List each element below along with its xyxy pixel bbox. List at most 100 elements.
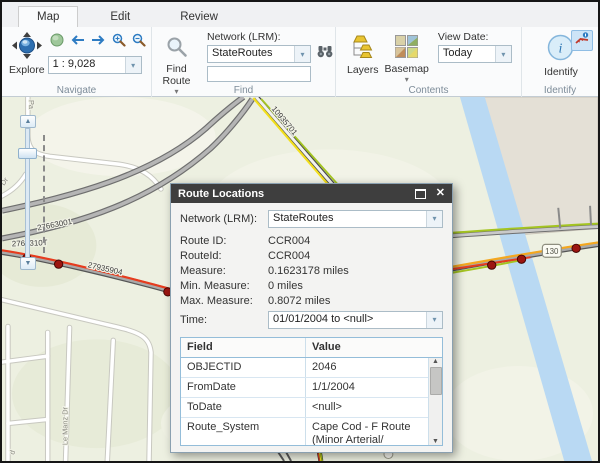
chevron-down-icon[interactable]: ▾ xyxy=(494,46,511,62)
time-value: 01/01/2004 to <null> xyxy=(273,312,374,325)
ribbon-groups: Explore 1: 9,028 ▾ Navigate Find Route … xyxy=(2,27,598,97)
time-combobox[interactable]: 01/01/2004 to <null> ▾ xyxy=(268,310,443,329)
group-label-navigate: Navigate xyxy=(56,85,97,96)
view-date-label: View Date: xyxy=(437,31,489,43)
previous-extent-icon[interactable] xyxy=(70,33,85,51)
time-label: Time: xyxy=(180,313,208,326)
full-extent-icon[interactable] xyxy=(50,33,64,52)
layers-button[interactable]: Layers xyxy=(344,30,382,85)
dialog-network-value: StateRoutes xyxy=(273,211,334,224)
close-icon[interactable]: ✕ xyxy=(436,188,445,199)
chevron-down-icon[interactable]: ▾ xyxy=(124,57,141,73)
chevron-down-icon: ▾ xyxy=(404,75,409,85)
table-header: Field Value xyxy=(181,338,442,358)
cell-field: Route_System xyxy=(181,418,306,445)
column-header-field: Field xyxy=(181,338,306,357)
chevron-down-icon[interactable]: ▾ xyxy=(294,46,310,62)
shield-label: 130 xyxy=(545,247,559,256)
group-label-identify: Identify xyxy=(543,85,577,96)
cell-field: OBJECTID xyxy=(181,358,306,377)
zoom-slider-ticks xyxy=(43,135,45,253)
route-id-label: Route ID: xyxy=(180,234,227,247)
basemap-button[interactable]: Basemap ▾ xyxy=(382,30,432,85)
svg-text:i: i xyxy=(559,42,563,57)
cell-value: 2046 xyxy=(312,361,337,373)
group-identify: i Identify Identify xyxy=(522,27,598,97)
scroll-up-icon[interactable]: ▲ xyxy=(432,358,439,365)
table-row[interactable]: OBJECTID 2046 xyxy=(181,358,442,378)
dialog-title-bar[interactable]: Route Locations ✕ xyxy=(171,184,452,203)
ribbon: Map Edit Review Explore 1: 9,028 ▾ Navi… xyxy=(2,2,598,97)
dialog-title: Route Locations xyxy=(178,187,265,200)
view-date-combobox[interactable]: Today ▾ xyxy=(437,45,512,63)
explore-icon xyxy=(11,32,42,62)
table-scrollbar[interactable]: ▲ ▼ xyxy=(428,358,442,445)
max-measure-label: Max. Measure: xyxy=(180,294,253,307)
zoom-slider-up-button[interactable]: ▲ xyxy=(20,115,36,128)
route-id-value: CCR004 xyxy=(268,234,311,247)
layers-label: Layers xyxy=(347,64,379,76)
explore-label: Explore xyxy=(9,64,45,76)
identify-label: Identify xyxy=(544,66,578,78)
scroll-down-icon[interactable]: ▼ xyxy=(432,438,439,445)
app-window: Map Edit Review Explore 1: 9,028 ▾ Navi… xyxy=(0,0,600,463)
min-measure-label: Min. Measure: xyxy=(180,279,250,292)
route-value-input[interactable] xyxy=(207,66,311,82)
cell-field: FromDate xyxy=(181,378,306,397)
group-find: Find Route ▾ Network (LRM): StateRoutes … xyxy=(152,27,336,97)
dialog-network-combobox[interactable]: StateRoutes ▾ xyxy=(268,209,443,228)
table-row[interactable]: ToDate <null> xyxy=(181,398,442,418)
group-label-contents: Contents xyxy=(408,85,449,96)
max-measure-value: 0.8072 miles xyxy=(268,294,331,307)
next-extent-icon[interactable] xyxy=(91,33,106,51)
street-label-pa: Pa xyxy=(27,100,36,110)
network-lrm-value: StateRoutes xyxy=(212,47,273,59)
find-route-label: Find Route xyxy=(162,63,191,88)
group-navigate: Explore 1: 9,028 ▾ Navigate xyxy=(2,27,152,97)
identify-route-locations-button[interactable] xyxy=(571,30,593,51)
fixed-zoom-out-icon[interactable] xyxy=(132,33,146,52)
basemap-icon xyxy=(395,35,419,61)
chevron-down-icon[interactable]: ▾ xyxy=(426,311,442,328)
zoom-slider-handle[interactable] xyxy=(18,148,37,159)
route-shield-130: 130 xyxy=(541,243,562,258)
network-lrm-combobox[interactable]: StateRoutes ▾ xyxy=(207,45,311,63)
dialog-network-label: Network (LRM): xyxy=(180,212,258,225)
binoculars-icon[interactable] xyxy=(317,45,333,63)
identify-route-icon xyxy=(575,31,589,50)
route-locations-dialog: Route Locations ✕ Network (LRM): StateRo… xyxy=(170,183,453,453)
fixed-zoom-in-icon[interactable] xyxy=(112,33,126,52)
view-date-value: Today xyxy=(442,47,473,59)
map-zoom-slider[interactable]: ▲ ▼ xyxy=(18,115,60,273)
measure-label: Measure: xyxy=(180,264,226,277)
chevron-down-icon[interactable]: ▾ xyxy=(426,210,442,227)
column-header-value: Value xyxy=(312,341,341,353)
find-route-button[interactable]: Find Route ▾ xyxy=(156,30,197,96)
explore-button[interactable]: Explore xyxy=(6,30,48,85)
map-scale-combobox[interactable]: 1 : 9,028 ▾ xyxy=(47,56,142,74)
tab-edit[interactable]: Edit xyxy=(92,7,148,27)
scrollbar-thumb[interactable] xyxy=(429,367,442,395)
zoom-slider-down-button[interactable]: ▼ xyxy=(20,257,36,270)
group-label-find: Find xyxy=(233,85,254,96)
tab-map[interactable]: Map xyxy=(18,6,79,27)
street-label-le-manz-dr: Le Manz Dr xyxy=(61,406,70,445)
measure-value: 0.1623178 miles xyxy=(268,264,349,277)
tab-review[interactable]: Review xyxy=(162,7,236,27)
cell-field: ToDate xyxy=(181,398,306,417)
routeid-value: CCR004 xyxy=(268,249,311,262)
ribbon-tab-bar: Map Edit Review xyxy=(2,2,598,27)
maximize-icon[interactable] xyxy=(414,188,426,199)
cell-value: 1/1/2004 xyxy=(312,381,355,393)
map-scale-value: 1 : 9,028 xyxy=(52,58,96,70)
basemap-label: Basemap xyxy=(384,63,429,75)
table-row[interactable]: Route_System Cape Cod - F Route (Minor A… xyxy=(181,418,442,446)
cell-value: <null> xyxy=(312,401,342,413)
cell-value: Cape Cod - F Route (Minor Arterial/ Coll… xyxy=(312,421,411,446)
dialog-body: Network (LRM): StateRoutes ▾ Route ID: CC… xyxy=(171,203,452,452)
attributes-table: Field Value OBJECTID 2046 FromDate 1/1/2… xyxy=(180,337,443,446)
network-lrm-label: Network (LRM): xyxy=(207,31,281,43)
table-row[interactable]: FromDate 1/1/2004 xyxy=(181,378,442,398)
map-view[interactable]: 130 27663001 2766310T 27935904 10935701 … xyxy=(2,97,598,461)
find-route-icon xyxy=(166,36,188,61)
